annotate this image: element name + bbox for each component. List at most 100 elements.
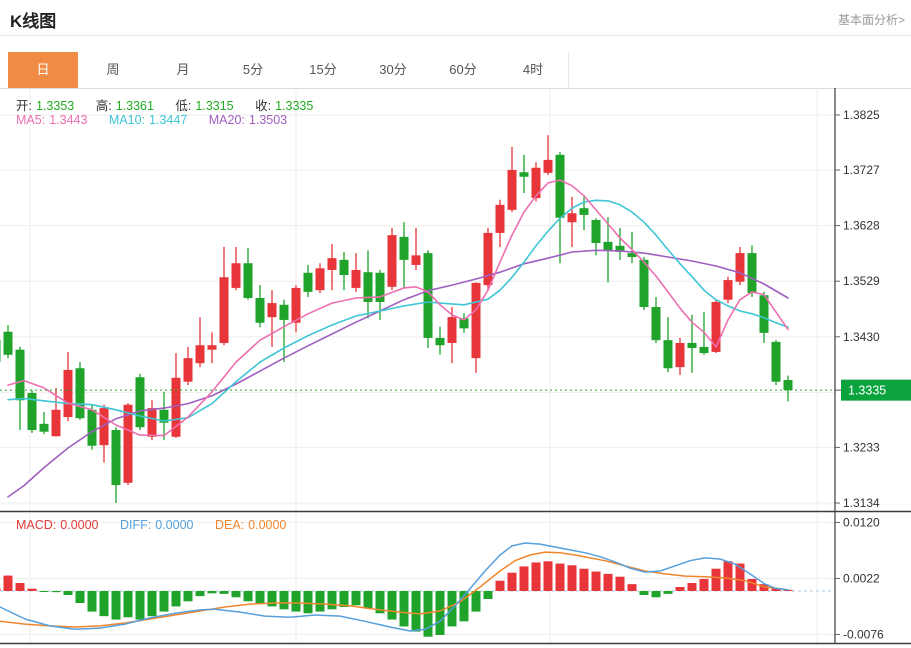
main-axis-tick-label: 1.3134 (843, 496, 880, 510)
main-axis-tick-label: 1.3529 (843, 274, 880, 288)
macd-hist-bar (532, 562, 541, 591)
candle-body (496, 205, 505, 233)
ma-legend: MA5:1.3443 MA10:1.3447 MA20:1.3503 (16, 113, 291, 127)
macd-hist-bar (544, 561, 553, 591)
open-value: 1.3353 (36, 99, 74, 113)
macd-hist-bar (724, 561, 733, 591)
macd-hist-bar (688, 583, 697, 591)
diff-label: DIFF: (120, 518, 151, 532)
candle-body (388, 235, 397, 287)
macd-hist-bar (520, 566, 529, 591)
candle-body (568, 213, 577, 222)
candle-body (112, 430, 121, 485)
macd-hist-bar (664, 591, 673, 594)
macd-hist-bar (208, 591, 217, 593)
candle-body (544, 160, 553, 173)
macd-hist-bar (136, 591, 145, 620)
macd-hist-bar (628, 584, 637, 591)
macd-hist-bar (196, 591, 205, 596)
macd-hist-bar (328, 591, 337, 609)
macd-hist-bar (4, 576, 13, 591)
candle-body (208, 345, 217, 349)
candle-body (0, 340, 1, 362)
macd-hist-bar (124, 591, 133, 617)
candle-body (604, 242, 613, 250)
candle-body (760, 295, 769, 333)
macd-hist-bar (244, 591, 253, 601)
macd-hist-bar (148, 591, 157, 616)
low-value: 1.3315 (195, 99, 233, 113)
macd-hist-bar (0, 588, 1, 591)
macd-hist-bar (16, 583, 25, 591)
candle-body (52, 410, 61, 436)
high-label: 高: (96, 99, 112, 113)
low-label: 低: (175, 99, 191, 113)
candle-body (556, 155, 565, 218)
macd-hist-bar (616, 577, 625, 591)
ma5-label: MA5: (16, 113, 45, 127)
macd-hist-bar (316, 591, 325, 612)
high-value: 1.3361 (116, 99, 154, 113)
main-axis-tick-label: 1.3628 (843, 219, 880, 233)
candle-body (448, 317, 457, 343)
candle-body (400, 237, 409, 260)
macd-legend: MACD:0.0000 DIFF:0.0000 DEA:0.0000 (16, 518, 290, 532)
macd-hist-bar (304, 591, 313, 613)
candle-body (316, 268, 325, 290)
macd-hist-bar (652, 591, 661, 597)
macd-hist-bar (412, 591, 421, 632)
candle-body (772, 342, 781, 382)
candle-body (784, 380, 793, 390)
macd-hist-bar (556, 564, 565, 591)
macd-hist-bar (388, 591, 397, 620)
candle-body (40, 424, 49, 432)
candle-body (736, 253, 745, 282)
macd-hist-bar (436, 591, 445, 635)
macd-hist-bar (508, 573, 517, 591)
macd-hist-bar (592, 572, 601, 591)
candle-body (64, 370, 73, 417)
candle-body (16, 350, 25, 401)
macd-hist-bar (280, 591, 289, 609)
macd-label: MACD: (16, 518, 56, 532)
macd-hist-bar (472, 591, 481, 612)
candle-body (76, 368, 85, 418)
candle-body (196, 345, 205, 363)
candle-body (352, 270, 361, 288)
candle-body (580, 208, 589, 215)
candle-body (676, 343, 685, 367)
macd-hist-bar (700, 579, 709, 591)
macd-hist-bar (64, 591, 73, 595)
ma10-value: 1.3447 (149, 113, 187, 127)
macd-hist-bar (172, 591, 181, 606)
candle-body (268, 303, 277, 317)
macd-hist-bar (40, 591, 49, 592)
candle-body (292, 288, 301, 323)
macd-hist-bar (28, 589, 37, 591)
candle-body (472, 283, 481, 358)
candle-body (436, 338, 445, 345)
macd-hist-bar (220, 591, 229, 594)
macd-hist-bar (748, 579, 757, 591)
kline-page: K线图 基本面分析> 日 周 月 5分 15分 30分 60分 4时 1.333… (0, 0, 911, 648)
macd-hist-bar (484, 591, 493, 599)
macd-hist-bar (184, 591, 193, 601)
ma10-label: MA10: (109, 113, 145, 127)
close-label: 收: (255, 99, 271, 113)
macd-hist-bar (580, 569, 589, 591)
candle-body (520, 172, 529, 176)
candle-body (652, 307, 661, 340)
ma10-line (8, 200, 788, 421)
candle-body (412, 255, 421, 265)
diff-value: 0.0000 (155, 518, 193, 532)
dea-value: 0.0000 (248, 518, 286, 532)
macd-hist-bar (496, 581, 505, 591)
macd-hist-bar (292, 591, 301, 612)
macd-hist-bar (256, 591, 265, 604)
candle-body (4, 332, 13, 355)
ma20-label: MA20: (209, 113, 245, 127)
macd-hist-bar (100, 591, 109, 616)
ma20-value: 1.3503 (249, 113, 287, 127)
dea-label: DEA: (215, 518, 244, 532)
main-axis-tick-label: 1.3825 (843, 108, 880, 122)
